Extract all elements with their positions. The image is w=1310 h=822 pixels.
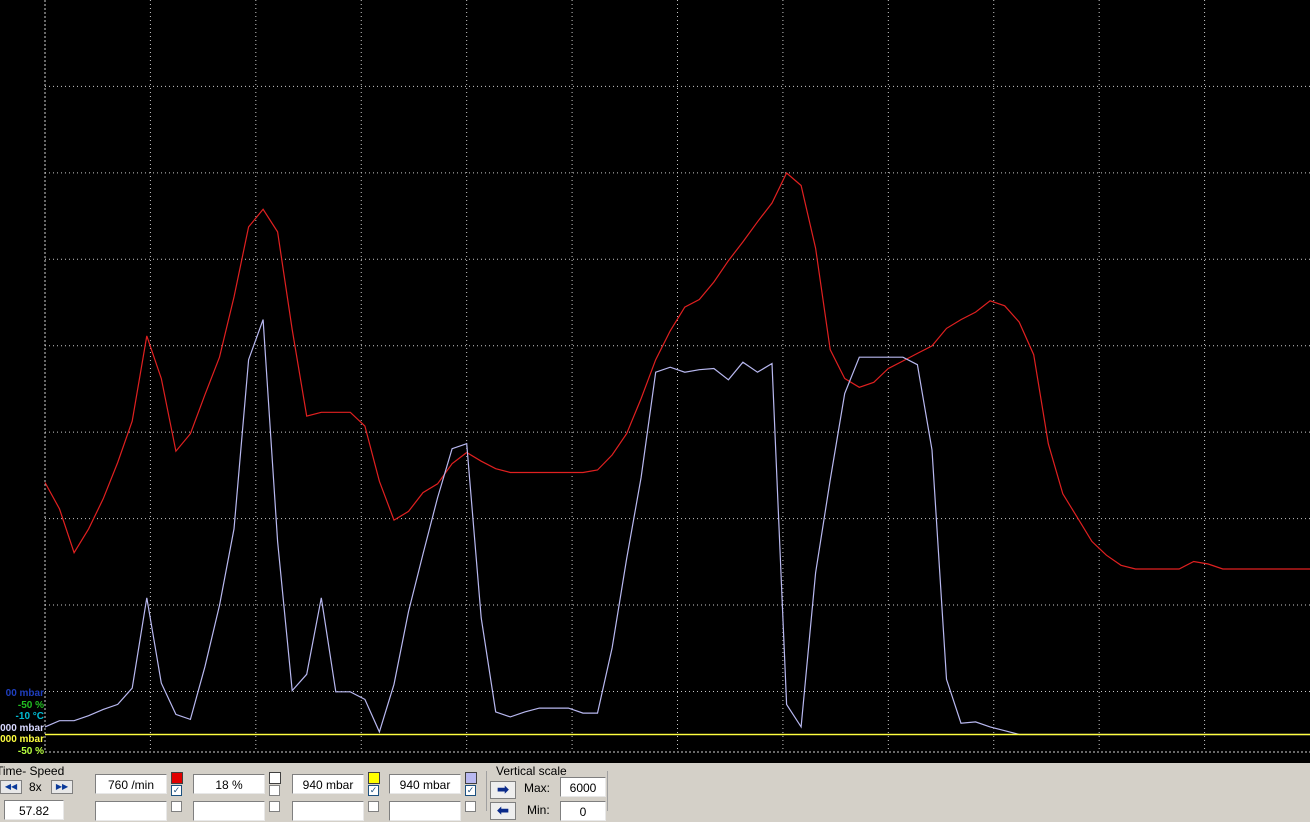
channel-lower-checkbox-3[interactable]	[465, 801, 476, 812]
line-chart	[44, 0, 1310, 753]
channel-visible-checkbox-3[interactable]: ✓	[465, 785, 476, 796]
time-speed-label: Time- Speed	[0, 764, 65, 778]
channel-value-field-lower-3[interactable]	[389, 801, 461, 821]
axis-label-3: 000 mbar	[0, 722, 44, 734]
channel-value-field-lower-1[interactable]	[193, 801, 265, 821]
channel-visible-checkbox-2[interactable]: ✓	[368, 785, 379, 796]
channel-visible-checkbox-1[interactable]	[269, 785, 280, 796]
rewind-button[interactable]: ◀◀	[0, 780, 22, 794]
min-input[interactable]: 0	[560, 801, 606, 821]
scale-up-button[interactable]: ➡	[490, 781, 516, 799]
scale-down-button[interactable]: ⬅	[490, 802, 516, 820]
time-value-field[interactable]: 57.82	[4, 800, 64, 820]
max-label: Max:	[524, 781, 551, 795]
fast-forward-icon: ▶▶	[55, 782, 69, 791]
arrow-left-icon: ⬅	[497, 802, 509, 818]
channel-color-swatch-3[interactable]	[465, 772, 477, 784]
channel-lower-checkbox-2[interactable]	[368, 801, 379, 812]
control-panel: Time- Speed ◀◀ 8x ▶▶ 57.82 760 /min ✓ 18 %…	[0, 763, 1310, 821]
channel-color-swatch-2[interactable]	[368, 772, 380, 784]
fast-forward-button[interactable]: ▶▶	[51, 780, 73, 794]
channel-value-field-1[interactable]: 18 %	[193, 774, 265, 794]
arrow-right-icon: ➡	[497, 781, 509, 797]
channel-value-field-2[interactable]: 940 mbar	[292, 774, 364, 794]
channel-value-field-3[interactable]: 940 mbar	[389, 774, 461, 794]
axis-label-1: -50 %	[17, 699, 44, 711]
max-input[interactable]: 6000	[560, 777, 606, 797]
axis-label-2: -10 °C	[15, 711, 44, 722]
channel-lower-checkbox-0[interactable]	[171, 801, 182, 812]
speed-value: 8x	[29, 780, 42, 794]
chart-plot-area[interactable]: 00 mbar -50 % -10 °C 000 mbar 000 mbar -50 %	[0, 0, 1310, 763]
axis-label-0: 00 mbar	[5, 688, 44, 699]
channel-color-swatch-0[interactable]	[171, 772, 183, 784]
axis-label-5: -50 %	[17, 745, 44, 757]
channel-visible-checkbox-0[interactable]: ✓	[171, 785, 182, 796]
channel-value-field-0[interactable]: 760 /min	[95, 774, 167, 794]
axis-label-4: 000 mbar	[0, 734, 44, 745]
channel-value-field-lower-0[interactable]	[95, 801, 167, 821]
channel-color-swatch-1[interactable]	[269, 772, 281, 784]
channel-lower-checkbox-1[interactable]	[269, 801, 280, 812]
rewind-icon: ◀◀	[4, 782, 18, 791]
vertical-scale-label: Vertical scale	[496, 764, 567, 778]
min-label: Min:	[527, 803, 550, 817]
channel-value-field-lower-2[interactable]	[292, 801, 364, 821]
